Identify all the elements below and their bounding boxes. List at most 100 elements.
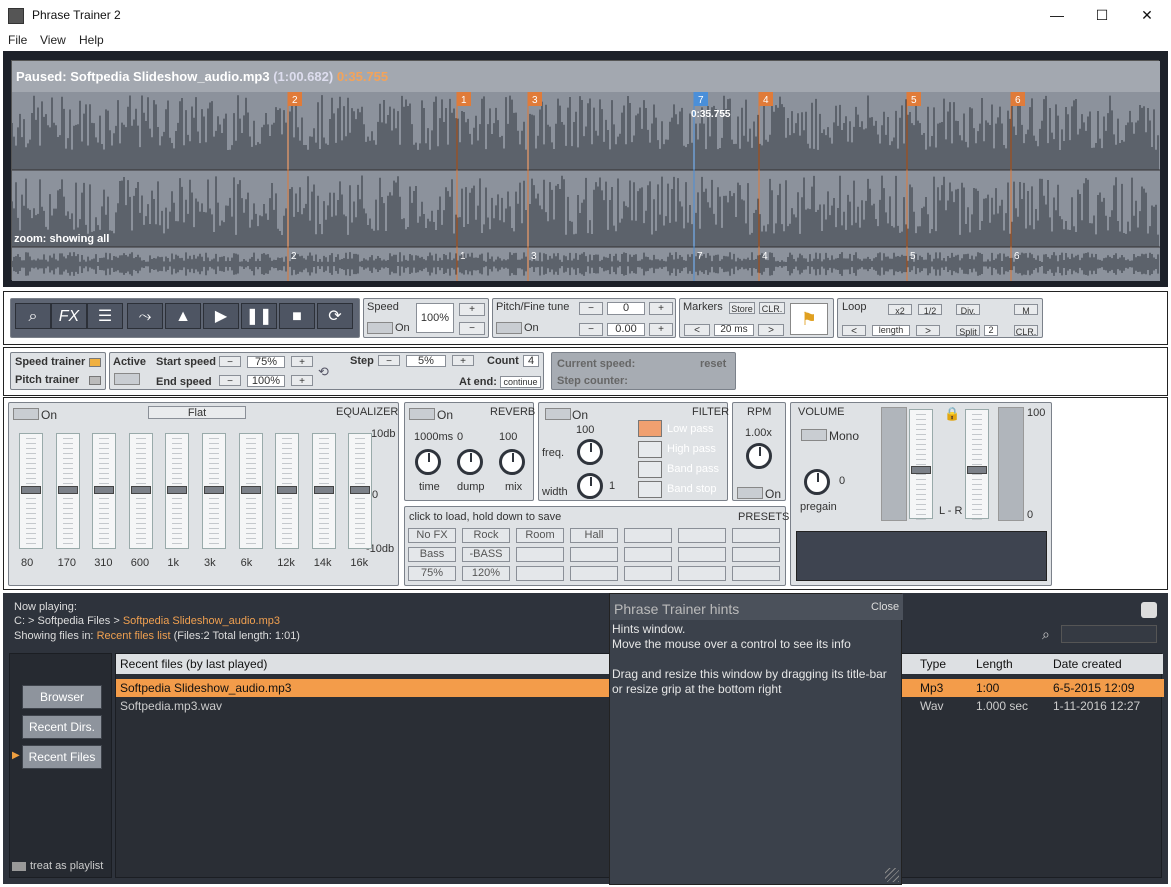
reverb-on-toggle[interactable] (409, 408, 435, 420)
preset-button[interactable] (624, 566, 672, 581)
reset-button[interactable]: reset (700, 358, 726, 370)
preset-button[interactable] (624, 547, 672, 562)
preset-button[interactable]: 120% (462, 566, 510, 581)
eject-button[interactable]: ▲ (165, 303, 201, 329)
waveform-display[interactable]: 2 2 1 1 3 3 7 7 4 4 5 5 6 6 zoom: showing all 0:35.75… (11, 92, 1160, 281)
fx-button[interactable]: FX (51, 303, 87, 329)
loop-half-button[interactable]: 1/2 (918, 304, 942, 316)
menu-help[interactable]: Help (79, 33, 104, 47)
lock-icon[interactable]: 🔒 (944, 406, 960, 422)
loop-length-value[interactable]: length (872, 325, 910, 336)
search-icon[interactable]: ⌕ (1042, 626, 1050, 643)
dice-icon[interactable] (1141, 602, 1157, 618)
eq-slider-3k[interactable] (202, 433, 226, 549)
step-value[interactable]: 5% (406, 355, 446, 367)
high-pass-label[interactable]: High pass (667, 443, 716, 455)
pitch-plus-button[interactable]: + (649, 302, 673, 315)
maximize-button[interactable]: ☐ (1079, 0, 1125, 31)
eq-slider-6k[interactable] (238, 433, 263, 549)
loop-split-button[interactable]: Split (956, 325, 980, 337)
volume-slider[interactable] (909, 409, 933, 520)
preset-button[interactable] (732, 566, 780, 581)
start-minus-button[interactable]: − (219, 356, 241, 368)
loop-m-button[interactable]: M (1014, 304, 1038, 316)
zoom-tool-button[interactable]: ⌕ (15, 303, 51, 329)
eq-slider-310[interactable] (92, 433, 117, 549)
preset-button[interactable] (678, 547, 726, 562)
eq-slider-14k[interactable] (311, 433, 336, 549)
end-plus-button[interactable]: + (291, 375, 313, 387)
rpm-on-toggle[interactable] (737, 487, 763, 499)
loop-next-button[interactable]: > (916, 325, 940, 337)
preset-button[interactable]: Bass (408, 547, 456, 562)
band-pass-icon[interactable] (638, 461, 662, 478)
band-stop-icon[interactable] (638, 481, 662, 498)
preset-button[interactable]: -BASS (462, 547, 510, 562)
hints-title-bar[interactable]: Phrase Trainer hints Close (610, 594, 903, 620)
eq-slider-16k[interactable] (348, 433, 373, 549)
end-speed-value[interactable]: 100% (247, 375, 285, 387)
preset-button[interactable]: Room (516, 528, 564, 543)
speed-value[interactable]: 100% (416, 303, 454, 333)
flag-icon[interactable]: ⚑ (790, 303, 828, 335)
count-value[interactable]: 4 (523, 355, 539, 367)
marker-next-button[interactable]: > (758, 324, 784, 336)
reverb-mix-knob[interactable] (499, 449, 525, 475)
markers-ms-value[interactable]: 20 ms (714, 324, 754, 336)
search-input[interactable] (1061, 625, 1157, 643)
preset-button[interactable]: Rock (462, 528, 510, 543)
filter-width-knob[interactable] (577, 473, 603, 499)
recent-files-button[interactable]: Recent Files (22, 745, 102, 769)
speed-plus-button[interactable]: + (459, 303, 485, 316)
markers-clr-button[interactable]: CLR. (759, 302, 785, 314)
active-toggle[interactable] (114, 373, 140, 385)
balance-slider[interactable] (965, 409, 989, 520)
speed-trainer-toggle[interactable] (89, 358, 101, 367)
loop-split-value[interactable]: 2 (984, 325, 998, 336)
playlist-toggle[interactable] (12, 862, 26, 871)
preset-button[interactable] (570, 547, 618, 562)
preset-button[interactable] (678, 528, 726, 543)
fine-value[interactable]: 0.00 (607, 323, 645, 336)
rpm-knob[interactable] (746, 443, 772, 469)
filter-freq-knob[interactable] (577, 439, 603, 465)
filter-on-toggle[interactable] (545, 408, 571, 420)
eq-slider-170[interactable] (55, 433, 80, 549)
band-pass-label[interactable]: Band pass (667, 463, 719, 475)
eq-slider-12k[interactable] (275, 433, 300, 549)
preset-button[interactable] (516, 566, 564, 581)
hints-close-button[interactable]: Close (871, 601, 899, 613)
eq-slider-1k[interactable] (165, 433, 190, 549)
pitch-value[interactable]: 0 (607, 302, 645, 315)
close-button[interactable]: ✕ (1124, 0, 1170, 31)
recent-dirs-button[interactable]: Recent Dirs. (22, 715, 102, 739)
speed-minus-button[interactable]: − (459, 322, 485, 335)
minimize-button[interactable]: — (1034, 0, 1080, 31)
preset-button[interactable]: 75% (408, 566, 456, 581)
preset-button[interactable]: No FX (408, 528, 456, 543)
reverb-dump-knob[interactable] (457, 449, 483, 475)
speed-on-toggle[interactable] (367, 322, 393, 334)
browser-button[interactable]: Browser (22, 685, 102, 709)
high-pass-icon[interactable] (638, 441, 662, 458)
hints-window[interactable]: Phrase Trainer hints Close Hints window.… (609, 593, 903, 885)
loop-clr-button[interactable]: CLR. (1014, 325, 1038, 337)
cycle-icon[interactable]: ⟲ (318, 364, 329, 380)
fine-plus-button[interactable]: + (649, 323, 673, 336)
loop-prev-button[interactable]: < (842, 325, 866, 337)
pitch-on-toggle[interactable] (496, 322, 522, 334)
preset-button[interactable] (516, 547, 564, 562)
now-playing-file[interactable]: Softpedia Slideshow_audio.mp3 (123, 615, 280, 627)
pitch-trainer-toggle[interactable] (89, 376, 101, 385)
pregain-knob[interactable] (804, 469, 830, 495)
col-name[interactable]: Recent files (by last played) (120, 657, 267, 671)
col-date[interactable]: Date created (1053, 657, 1122, 671)
eq-slider-600[interactable] (128, 433, 153, 549)
list-name[interactable]: Recent files list (97, 630, 171, 642)
menu-view[interactable]: View (40, 33, 66, 47)
preset-button[interactable] (678, 566, 726, 581)
col-type[interactable]: Type (920, 657, 946, 671)
rewind-marker-button[interactable]: ⤳ (127, 303, 163, 329)
loop-div-button[interactable]: Div. (956, 304, 980, 316)
play-button[interactable]: ▶ (203, 303, 239, 329)
